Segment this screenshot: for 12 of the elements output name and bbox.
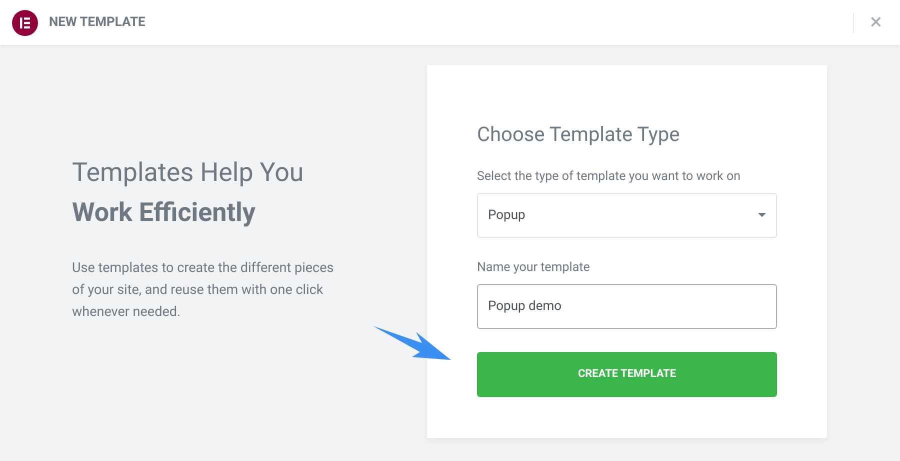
- caret-icon: [758, 213, 766, 218]
- template-name-field[interactable]: Popup demo: [477, 284, 777, 328]
- dialog-title: NEW TEMPLATE: [49, 14, 146, 32]
- intro-heading: Templates Help You: [72, 157, 305, 190]
- name-label: Name your template: [477, 258, 591, 277]
- template-type-select[interactable]: Popup: [477, 192, 777, 238]
- form-title: Choose Template Type: [477, 121, 681, 148]
- type-label: Select the type of template you want to work on: [477, 168, 742, 186]
- logo-icon: [12, 10, 38, 36]
- pointer-arrow-icon: [372, 325, 452, 362]
- intro-description: Use templates to create the different pieces of your site, and reuse them with one click whenever needed.: [72, 259, 335, 322]
- intro-heading-bold: Work Efficiently: [72, 197, 257, 230]
